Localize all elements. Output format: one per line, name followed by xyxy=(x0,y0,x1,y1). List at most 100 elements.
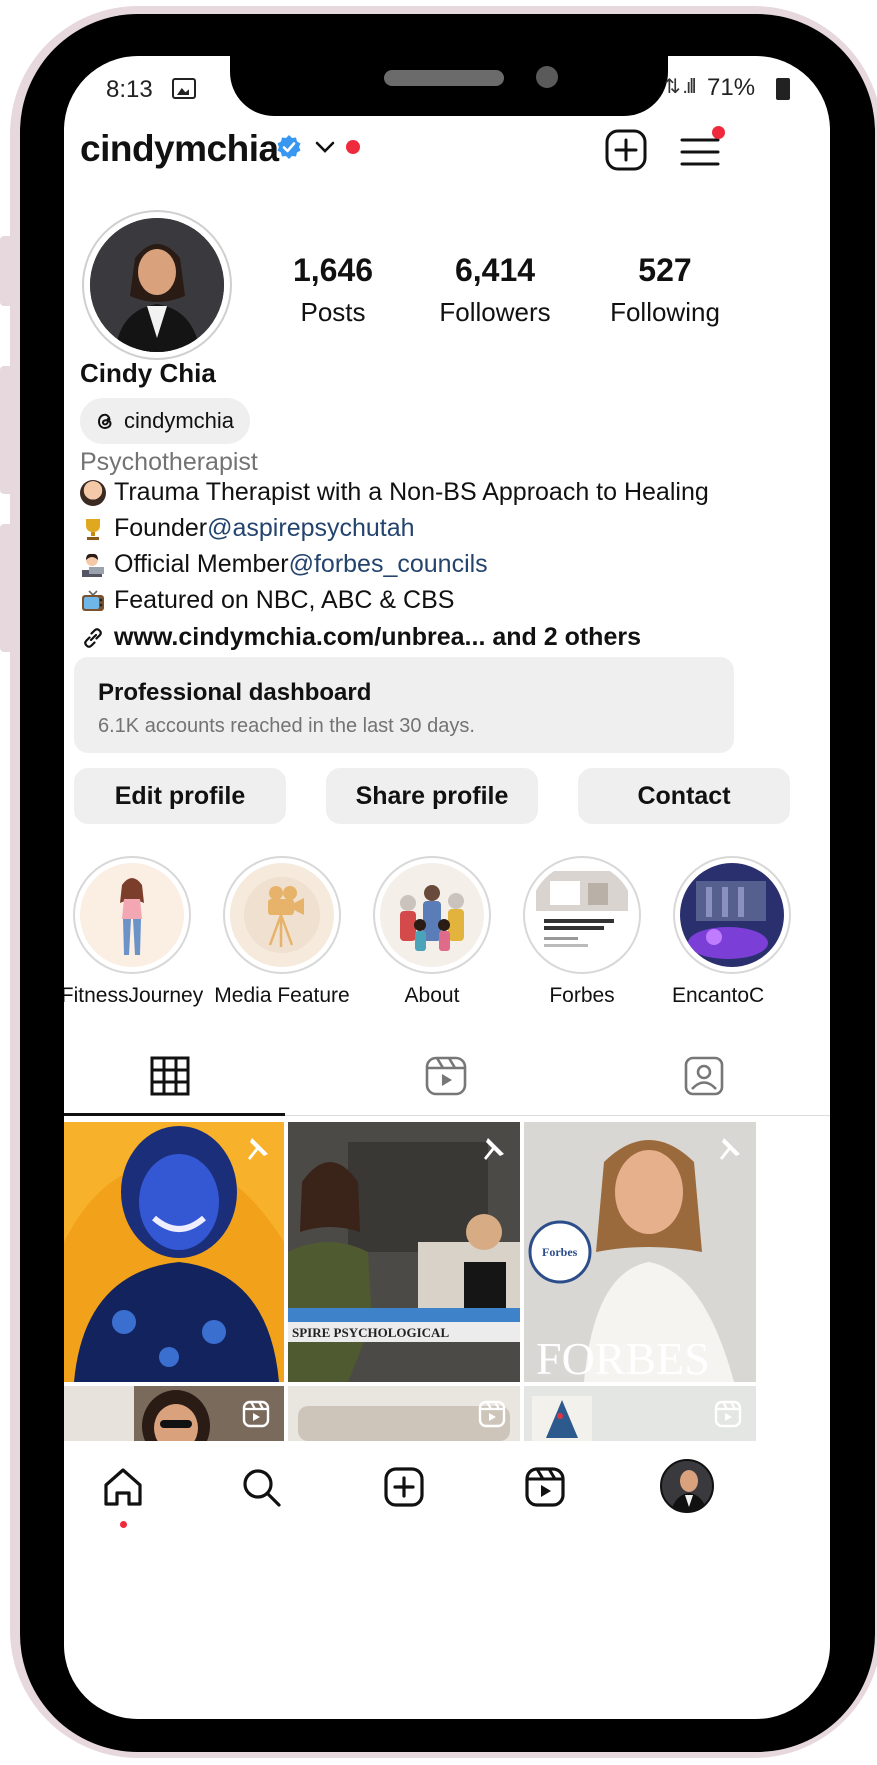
posts-stat[interactable]: 1,646 Posts xyxy=(278,252,388,328)
highlight-cover xyxy=(223,856,341,974)
followers-count: 6,414 xyxy=(454,252,536,288)
highlight-label: Forbes xyxy=(549,984,615,1007)
highlight-forbes[interactable]: Forbes xyxy=(502,856,662,1008)
forbes-councils-link[interactable]: @forbes_councils xyxy=(289,550,488,579)
status-time: 8:13 xyxy=(106,76,153,103)
website-link-line[interactable]: www.cindymchia.com/unbrea... and 2 other… xyxy=(80,623,641,652)
pin-icon xyxy=(720,1138,740,1160)
post-tile[interactable]: SPIRE PSYCHOLOGICAL xyxy=(288,1122,520,1382)
menu-notification-dot xyxy=(712,126,725,139)
verified-badge-icon xyxy=(277,135,301,159)
home-icon[interactable] xyxy=(101,1465,145,1509)
highlight-fitness-journey[interactable]: FitnessJourney xyxy=(64,856,212,1008)
followers-stat[interactable]: 6,414 Followers xyxy=(430,252,560,328)
highlight-cover xyxy=(673,856,791,974)
post-tile[interactable]: Forbes FORBES xyxy=(524,1122,756,1382)
followers-label: Followers xyxy=(439,297,551,327)
gallery-notification-icon xyxy=(172,78,196,99)
highlight-cover xyxy=(73,856,191,974)
following-count: 527 xyxy=(638,252,692,288)
threads-handle: cindymchia xyxy=(124,408,235,433)
phone-screen: 8:13 ⇅ .ıll 71% cindymchia 1,646 Posts 6… xyxy=(64,56,830,1719)
display-name: Cindy Chia xyxy=(80,358,216,388)
following-stat[interactable]: 527 Following xyxy=(590,252,740,328)
highlight-image xyxy=(380,863,484,967)
speaker xyxy=(384,70,504,86)
chevron-down-icon[interactable] xyxy=(314,138,336,156)
reel-icon xyxy=(242,1400,270,1428)
contact-button[interactable]: Contact xyxy=(578,768,790,824)
profile-username[interactable]: cindymchia xyxy=(80,128,279,170)
following-label: Following xyxy=(610,297,720,327)
signal-icon: ⇅ .ıll xyxy=(664,76,696,98)
volume-button xyxy=(0,236,14,306)
bottom-navigation xyxy=(64,1441,830,1546)
reels-icon[interactable] xyxy=(523,1465,567,1509)
bio-line: Featured on NBC, ABC & CBS xyxy=(80,586,454,615)
front-camera xyxy=(536,66,558,88)
highlight-about[interactable]: About xyxy=(352,856,512,1008)
highlight-cover xyxy=(373,856,491,974)
dashboard-subtitle: 6.1K accounts reached in the last 30 day… xyxy=(98,715,475,737)
post-tile[interactable] xyxy=(524,1386,756,1441)
bio-line: Founder @aspirepsychutah xyxy=(80,514,415,543)
reel-icon xyxy=(478,1400,506,1428)
threads-badge[interactable]: cindymchia xyxy=(80,398,251,444)
highlight-image xyxy=(530,863,634,967)
forbes-badge-text: Forbes xyxy=(542,1245,578,1259)
share-profile-button[interactable]: Share profile xyxy=(326,768,538,824)
aspirepsychutah-link[interactable]: @aspirepsychutah xyxy=(207,514,414,543)
home-notification-dot xyxy=(120,1521,127,1528)
pin-icon xyxy=(484,1138,504,1160)
power-button xyxy=(0,524,14,652)
account-notification-dot xyxy=(346,140,360,154)
tagged-icon[interactable] xyxy=(682,1056,726,1096)
highlight-label: EncantoC xyxy=(672,984,765,1007)
profile-category: Psychotherapist xyxy=(80,448,258,476)
bio-text: Official Member xyxy=(114,550,289,578)
profile-avatar[interactable] xyxy=(82,210,232,360)
bio-text: Trauma Therapist with a Non-BS Approach … xyxy=(114,478,709,506)
highlight-label: FitnessJourney xyxy=(64,984,204,1007)
post-tile[interactable] xyxy=(64,1122,284,1382)
bio-line: Official Member @forbes_councils xyxy=(80,550,488,579)
post-caption: SPIRE PSYCHOLOGICAL xyxy=(292,1325,449,1340)
trophy-emoji-icon xyxy=(80,516,106,542)
professional-dashboard[interactable]: Professional dashboard 6.1K accounts rea… xyxy=(74,657,734,753)
highlight-label: Media Feature xyxy=(214,984,350,1007)
create-icon[interactable] xyxy=(382,1465,426,1509)
profile-avatar[interactable] xyxy=(660,1459,714,1513)
notch xyxy=(230,56,668,116)
tv-emoji-icon xyxy=(80,588,106,614)
highlight-image xyxy=(80,863,184,967)
reels-icon[interactable] xyxy=(424,1056,468,1096)
technologist-emoji-icon xyxy=(80,552,106,578)
bio-text: Featured on NBC, ABC & CBS xyxy=(114,586,455,614)
volume-button xyxy=(0,366,14,494)
posts-label: Posts xyxy=(300,297,366,327)
highlight-media-feature[interactable]: Media Feature xyxy=(202,856,362,1008)
reel-icon xyxy=(714,1400,742,1428)
threads-icon xyxy=(97,413,112,430)
posts-count: 1,646 xyxy=(292,252,374,288)
link-icon xyxy=(84,627,102,648)
battery-icon xyxy=(776,78,790,100)
highlight-encanto[interactable]: EncantoC xyxy=(652,856,812,1008)
pin-icon xyxy=(248,1138,268,1160)
edit-profile-button[interactable]: Edit profile xyxy=(74,768,286,824)
highlight-cover xyxy=(523,856,641,974)
search-icon[interactable] xyxy=(239,1465,283,1509)
bio-text: Founder xyxy=(114,514,208,542)
highlight-image xyxy=(230,863,334,967)
dashboard-title: Professional dashboard xyxy=(98,679,372,706)
grid-icon[interactable] xyxy=(148,1056,192,1096)
battery-percentage: 71% xyxy=(707,74,756,101)
post-tile[interactable] xyxy=(64,1386,284,1441)
website-link[interactable]: www.cindymchia.com/unbrea... and 2 other… xyxy=(114,623,641,652)
highlight-label: About xyxy=(404,984,460,1007)
post-tile[interactable] xyxy=(288,1386,520,1441)
post-caption: FORBES xyxy=(536,1333,710,1382)
active-tab-indicator xyxy=(64,1113,285,1116)
profile-photo xyxy=(90,218,224,352)
new-post-icon[interactable] xyxy=(604,128,648,172)
